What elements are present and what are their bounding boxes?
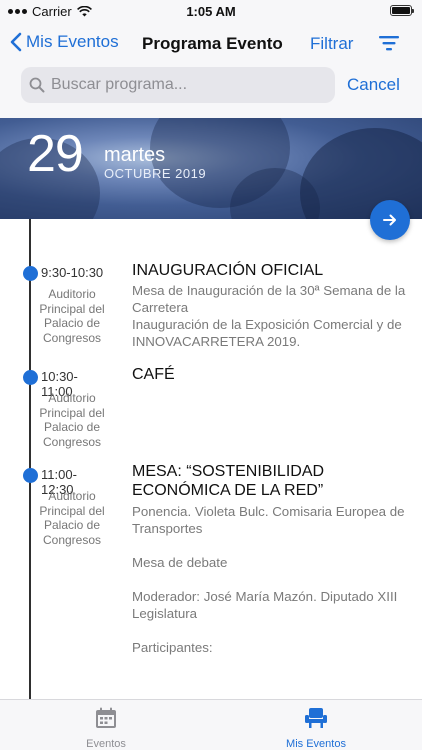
page-title: Programa Evento [142, 34, 283, 53]
arrow-right-icon [383, 214, 396, 226]
timeline-line [29, 219, 31, 699]
tab-eventos-label: Eventos [86, 738, 126, 750]
timeline-dot [23, 266, 38, 281]
event-description: Mesa de Inauguración de la 30ª Semana de… [132, 283, 406, 349]
chair-icon [305, 708, 327, 728]
event-title: INAUGURACIÓN OFICIAL [132, 262, 324, 279]
battery-icon [390, 5, 414, 16]
date-weekday: martes [104, 144, 166, 166]
event-place: Auditorio Principal del Palacio de Congr… [39, 489, 105, 547]
event-description: Ponencia. Violeta Bulc. Comisaria Europe… [132, 504, 405, 655]
filter-button[interactable]: Filtrar [310, 34, 353, 54]
search-bar [21, 67, 335, 103]
status-time: 1:05 AM [186, 4, 236, 19]
tab-mis-eventos-label: Mis Eventos [286, 738, 346, 750]
event-place: Auditorio Principal del Palacio de Congr… [39, 391, 105, 449]
event-place: Auditorio Principal del Palacio de Congr… [39, 287, 105, 345]
timeline-dot [23, 468, 38, 483]
cancel-button[interactable]: Cancel [347, 75, 400, 95]
tab-eventos[interactable]: Eventos [36, 706, 176, 750]
event-title: CAFÉ [132, 366, 175, 383]
tab-bar: Eventos Mis Eventos [0, 699, 422, 750]
calendar-icon [96, 707, 116, 728]
date-month-year: OCTUBRE 2019 [104, 166, 207, 181]
navigation-bar: Mis Eventos Programa Evento Filtrar Canc… [0, 22, 422, 118]
date-header-image: 29 martes OCTUBRE 2019 [0, 118, 422, 219]
search-input[interactable] [51, 76, 321, 94]
event-title: MESA: “SOSTENIBILIDAD ECONÓMICA DE LA RE… [132, 463, 325, 499]
chevron-left-icon [10, 32, 22, 52]
status-bar: Carrier 1:05 AM [0, 0, 422, 22]
next-day-button[interactable] [370, 200, 410, 240]
timeline-dot [23, 370, 38, 385]
tab-mis-eventos[interactable]: Mis Eventos [246, 706, 386, 750]
back-button[interactable]: Mis Eventos [10, 32, 119, 52]
search-icon [29, 77, 45, 93]
event-time: 9:30-10:30 [41, 265, 104, 280]
date-day-number: 29 [27, 125, 84, 183]
back-button-label: Mis Eventos [26, 32, 119, 51]
filter-icon[interactable] [378, 34, 400, 57]
